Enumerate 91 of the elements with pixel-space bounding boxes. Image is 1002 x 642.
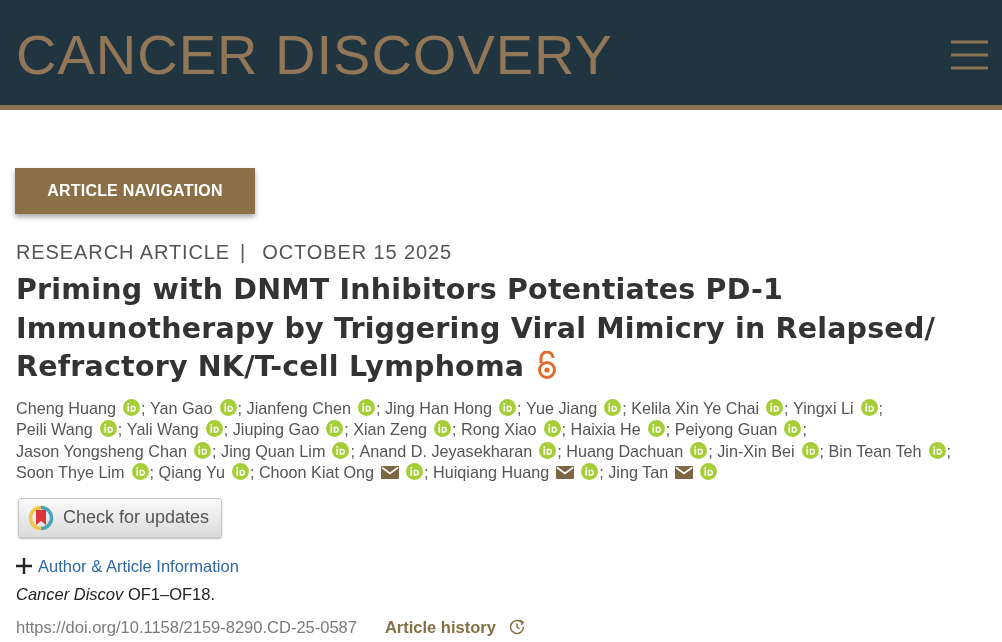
author-name[interactable]: Huiqiang Huang: [433, 463, 550, 481]
orcid-icon[interactable]: [539, 441, 557, 459]
article-type: RESEARCH ARTICLE: [16, 240, 231, 265]
orcid-icon[interactable]: [194, 441, 212, 459]
article-navigation-button[interactable]: ARTICLE NAVIGATION: [15, 168, 255, 214]
author-name[interactable]: Cheng Huang: [16, 398, 116, 417]
author-name[interactable]: Yue Jiang: [526, 398, 598, 417]
separator-text: ;: [878, 398, 884, 417]
update-badge-icon: [27, 503, 55, 532]
author-name[interactable]: Jiuping Gao: [232, 420, 320, 438]
separator-text: ;: [237, 398, 243, 417]
separator-text: ;: [344, 420, 349, 438]
envelope-icon[interactable]: [381, 466, 400, 479]
separator-text: ;: [708, 441, 713, 460]
orcid-icon[interactable]: [604, 398, 622, 416]
author-name[interactable]: Qiang Yu: [158, 463, 225, 481]
separator-text: ;: [140, 398, 146, 417]
orcid-icon[interactable]: [784, 420, 802, 437]
author-name[interactable]: Peiyong Guan: [674, 420, 778, 438]
article-history-link[interactable]: Article history: [384, 615, 496, 638]
separator-text: ;: [517, 398, 522, 417]
author-name[interactable]: Jing Quan Lim: [221, 441, 326, 460]
plus-icon[interactable]: [16, 557, 32, 574]
orcid-icon[interactable]: [499, 398, 517, 416]
author-name[interactable]: Huang Dachuan: [566, 441, 684, 460]
history-icon[interactable]: [507, 617, 526, 636]
orcid-icon[interactable]: [358, 398, 375, 416]
envelope-icon[interactable]: [675, 466, 694, 479]
orcid-icon[interactable]: [332, 441, 350, 459]
author-name[interactable]: Kelila Xin Ye Chai: [631, 398, 759, 417]
separator-text: ;: [451, 420, 457, 438]
orcid-icon[interactable]: [219, 398, 237, 416]
orcid-icon[interactable]: [205, 420, 223, 437]
author-name[interactable]: Anand D. Jeyasekharan: [359, 441, 533, 460]
separator-text: ;: [561, 420, 567, 438]
orcid-icon[interactable]: [860, 398, 878, 416]
envelope-icon[interactable]: [556, 466, 575, 479]
citation-text: Cancer Discov OF1–OF18.: [16, 583, 215, 605]
separator-text: ;: [946, 441, 952, 460]
author-name[interactable]: Jing Han Hong: [385, 398, 493, 417]
author-name[interactable]: Yali Wang: [126, 420, 199, 438]
orcid-icon[interactable]: [99, 420, 117, 437]
separator-text: ;: [223, 420, 229, 438]
orcid-icon[interactable]: [131, 463, 149, 480]
separator-text: ;: [622, 398, 627, 417]
orcid-icon[interactable]: [928, 441, 946, 459]
author-name[interactable]: Xian Zeng: [353, 420, 427, 438]
article-title: Priming with DNMT Inhibitors Potentiates PD-1 Immunotherapy by Triggering Viral Mimicry in Relapsed/Refractory NK/T-cell Lymphoma: [16, 273, 936, 383]
separator-text: ;: [802, 420, 807, 438]
orcid-icon[interactable]: [647, 420, 665, 437]
author-name[interactable]: Jason Yongsheng Chan: [16, 441, 188, 460]
separator-text: |: [240, 240, 247, 265]
orcid-icon[interactable]: [766, 398, 783, 416]
separator-text: ;: [376, 398, 381, 417]
separator-text: ;: [665, 420, 671, 438]
author-name[interactable]: Haixia He: [570, 420, 641, 438]
separator-text: ;: [350, 441, 355, 460]
separator-text: ;: [784, 398, 789, 417]
author-name[interactable]: Soon Thye Lim: [16, 463, 125, 481]
author-name[interactable]: Jin-Xin Bei: [717, 441, 795, 460]
check-for-updates-button[interactable]: Check for updates: [18, 497, 222, 538]
author-name[interactable]: Peili Wang: [16, 420, 93, 438]
orcid-icon[interactable]: [406, 463, 424, 480]
orcid-icon[interactable]: [690, 441, 708, 459]
orcid-icon[interactable]: [122, 398, 140, 416]
doi-link[interactable]: https://doi.org/10.1158/2159-8290.CD-25-0587: [16, 615, 357, 638]
author-info-link[interactable]: Author & Article Information: [38, 554, 239, 577]
orcid-icon[interactable]: [801, 441, 819, 459]
separator-text: ;: [557, 441, 562, 460]
author-name[interactable]: Choon Kiat Ong: [258, 463, 375, 481]
author-name[interactable]: Yingxi Li: [793, 398, 854, 417]
separator-text: ;: [249, 463, 255, 481]
author-name[interactable]: Jing Tan: [608, 463, 669, 481]
orcid-icon[interactable]: [433, 420, 451, 437]
menu-icon[interactable]: [951, 39, 988, 70]
separator-text: ;: [117, 420, 123, 438]
separator-text: ;: [424, 463, 429, 481]
orcid-icon[interactable]: [231, 463, 249, 480]
separator-text: ;: [819, 441, 825, 460]
orcid-icon[interactable]: [543, 420, 561, 437]
author-name[interactable]: Jianfeng Chen: [246, 398, 351, 417]
orcid-icon[interactable]: [581, 463, 599, 480]
separator-text: ;: [599, 463, 604, 481]
publication-date: OCTOBER 15 2025: [262, 240, 453, 265]
orcid-icon[interactable]: [700, 463, 718, 480]
separator-text: ;: [212, 441, 217, 460]
separator-text: ;: [149, 463, 155, 481]
author-name[interactable]: Yan Gao: [149, 398, 213, 417]
author-name[interactable]: Bin Tean Teh: [828, 441, 922, 460]
author-name[interactable]: Rong Xiao: [460, 420, 537, 438]
orcid-icon[interactable]: [326, 420, 344, 437]
